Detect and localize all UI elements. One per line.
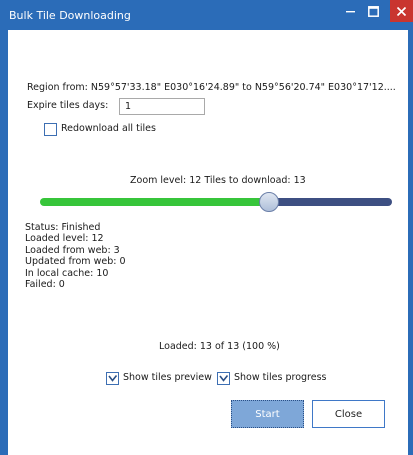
status-line-loaded-level: Loaded level: 12 — [25, 233, 104, 245]
minimize-button[interactable] — [340, 0, 362, 22]
maximize-icon — [367, 5, 379, 17]
window-title: Bulk Tile Downloading — [9, 9, 131, 22]
window-frame-left — [0, 30, 8, 455]
region-text: Region from: N59°57'33.18" E030°16'24.89… — [27, 82, 396, 93]
zoom-level-text: Zoom level: 12 Tiles to download: 13 — [130, 175, 306, 186]
expire-label: Expire tiles days: — [27, 100, 109, 111]
checkmark-icon — [108, 375, 118, 382]
close-window-button[interactable] — [390, 0, 413, 22]
show-preview-checkbox[interactable] — [106, 372, 119, 385]
loaded-summary: Loaded: 13 of 13 (100 %) — [159, 341, 280, 352]
start-button[interactable]: Start — [231, 400, 304, 428]
zoom-slider-track[interactable] — [268, 198, 392, 206]
bulk-tile-window: Bulk Tile Downloading Region from: N59°5… — [0, 0, 413, 455]
title-bar[interactable]: Bulk Tile Downloading — [0, 0, 413, 30]
expire-days-value: 1 — [125, 101, 132, 112]
status-block: Status: Finished Loaded level: 12 Loaded… — [25, 222, 126, 290]
redownload-checkbox[interactable] — [44, 123, 57, 136]
close-icon — [397, 6, 406, 16]
status-line-loaded-web: Loaded from web: 3 — [25, 244, 120, 256]
maximize-button[interactable] — [362, 0, 384, 22]
checkmark-icon — [219, 375, 229, 382]
expire-days-input[interactable]: 1 — [119, 98, 205, 115]
status-line-failed: Failed: 0 — [25, 279, 65, 291]
close-button[interactable]: Close — [312, 400, 385, 428]
dialog-content: Region from: N59°57'33.18" E030°16'24.89… — [8, 30, 408, 455]
zoom-slider-thumb[interactable] — [258, 192, 279, 212]
status-line-status: Status: Finished — [25, 222, 101, 233]
redownload-label[interactable]: Redownload all tiles — [61, 123, 156, 134]
show-progress-label[interactable]: Show tiles progress — [234, 372, 326, 383]
window-frame-right — [408, 30, 413, 455]
show-progress-checkbox[interactable] — [217, 372, 230, 385]
minimize-icon — [346, 11, 355, 13]
show-preview-label[interactable]: Show tiles preview — [123, 372, 212, 383]
status-line-local-cache: In local cache: 10 — [25, 267, 109, 279]
zoom-slider-filled[interactable] — [40, 198, 269, 206]
status-line-updated-web: Updated from web: 0 — [25, 256, 126, 268]
